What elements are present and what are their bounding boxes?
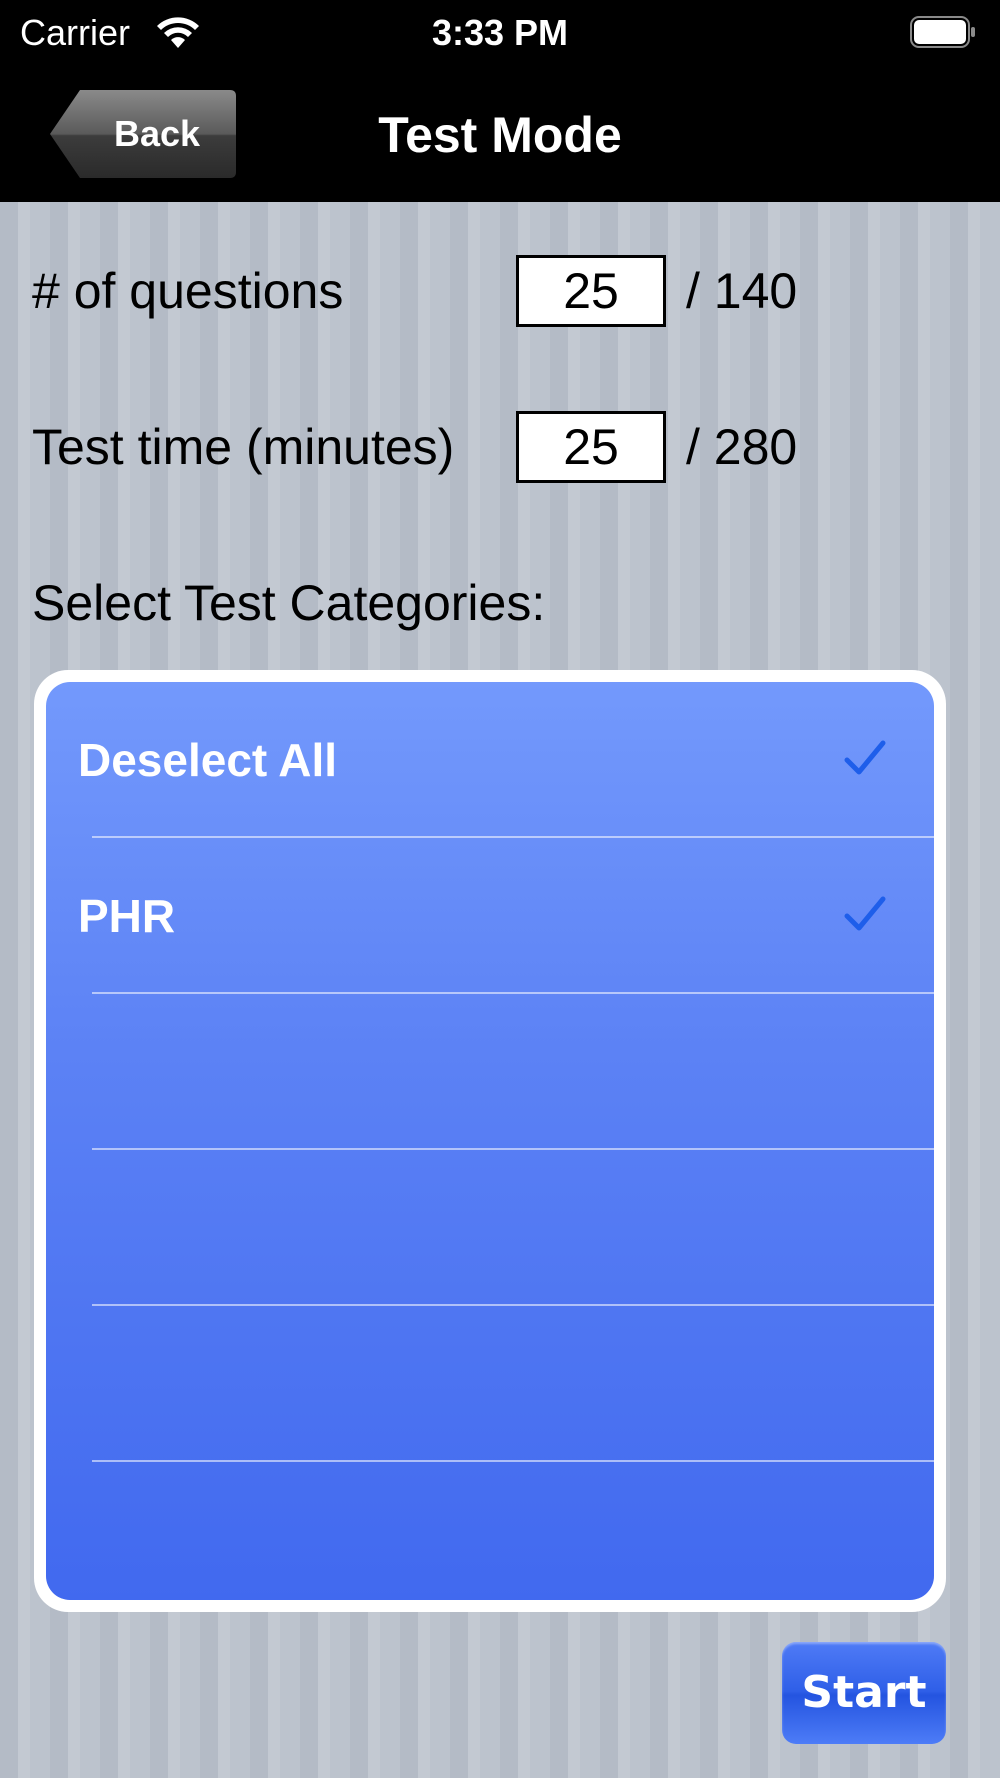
list-item-deselect-all[interactable]: Deselect All: [46, 682, 934, 838]
test-time-label: Test time (minutes): [32, 419, 455, 475]
list-item-label: Deselect All: [78, 734, 338, 786]
navigation-bar: Back Test Mode: [0, 68, 1000, 202]
status-bar: Carrier 3:33 PM: [0, 0, 1000, 68]
test-time-field[interactable]: [516, 411, 666, 483]
checkmark-icon: [844, 740, 886, 775]
start-button[interactable]: Start: [782, 1642, 946, 1744]
list-item-label: PHR: [78, 890, 176, 942]
status-time: 3:33 PM: [431, 12, 569, 53]
list-item-phr[interactable]: PHR: [46, 838, 934, 994]
test-time-max-label: / 280: [686, 419, 798, 475]
category-list[interactable]: Deselect All PHR: [46, 682, 934, 1600]
questions-label: # of questions: [32, 263, 344, 319]
checkmark-icon: [844, 896, 886, 931]
list-item-empty[interactable]: [46, 1150, 934, 1306]
categories-header: Select Test Categories:: [32, 575, 546, 631]
battery-icon: [910, 16, 975, 48]
questions-count-field[interactable]: [516, 255, 666, 327]
page-title: Test Mode: [378, 107, 622, 163]
list-item-empty[interactable]: [46, 1306, 934, 1462]
list-item-empty[interactable]: [46, 1462, 934, 1600]
category-list-frame: Deselect All PHR: [34, 670, 946, 1612]
list-item-empty[interactable]: [46, 994, 934, 1150]
questions-max-label: / 140: [686, 263, 798, 319]
